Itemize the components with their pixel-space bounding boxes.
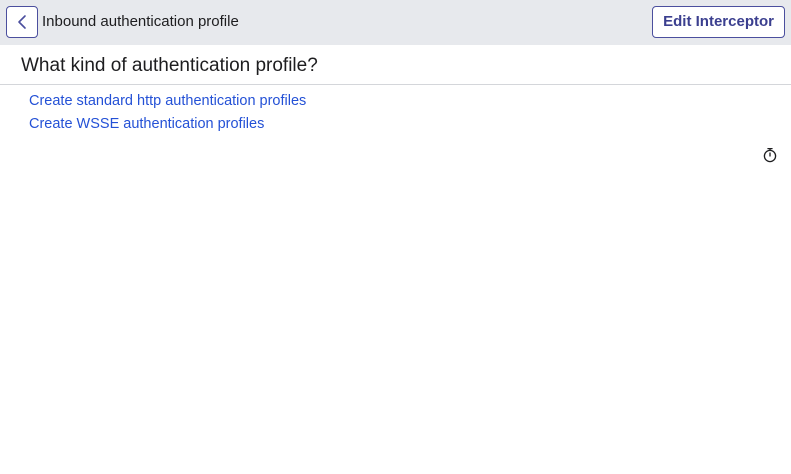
question-section: What kind of authentication profile? bbox=[0, 45, 791, 85]
profile-type-links: Create standard http authentication prof… bbox=[29, 90, 306, 136]
page-header: Inbound authentication profile Edit Inte… bbox=[0, 0, 791, 45]
edit-interceptor-button[interactable]: Edit Interceptor bbox=[652, 6, 785, 38]
chevron-left-icon bbox=[15, 14, 29, 30]
create-wsse-profiles-link[interactable]: Create WSSE authentication profiles bbox=[29, 113, 306, 135]
page-title: Inbound authentication profile bbox=[42, 13, 239, 30]
stopwatch-icon[interactable] bbox=[762, 147, 778, 163]
create-standard-http-profiles-link[interactable]: Create standard http authentication prof… bbox=[29, 90, 306, 112]
question-heading: What kind of authentication profile? bbox=[21, 55, 318, 76]
back-button[interactable] bbox=[6, 6, 38, 38]
